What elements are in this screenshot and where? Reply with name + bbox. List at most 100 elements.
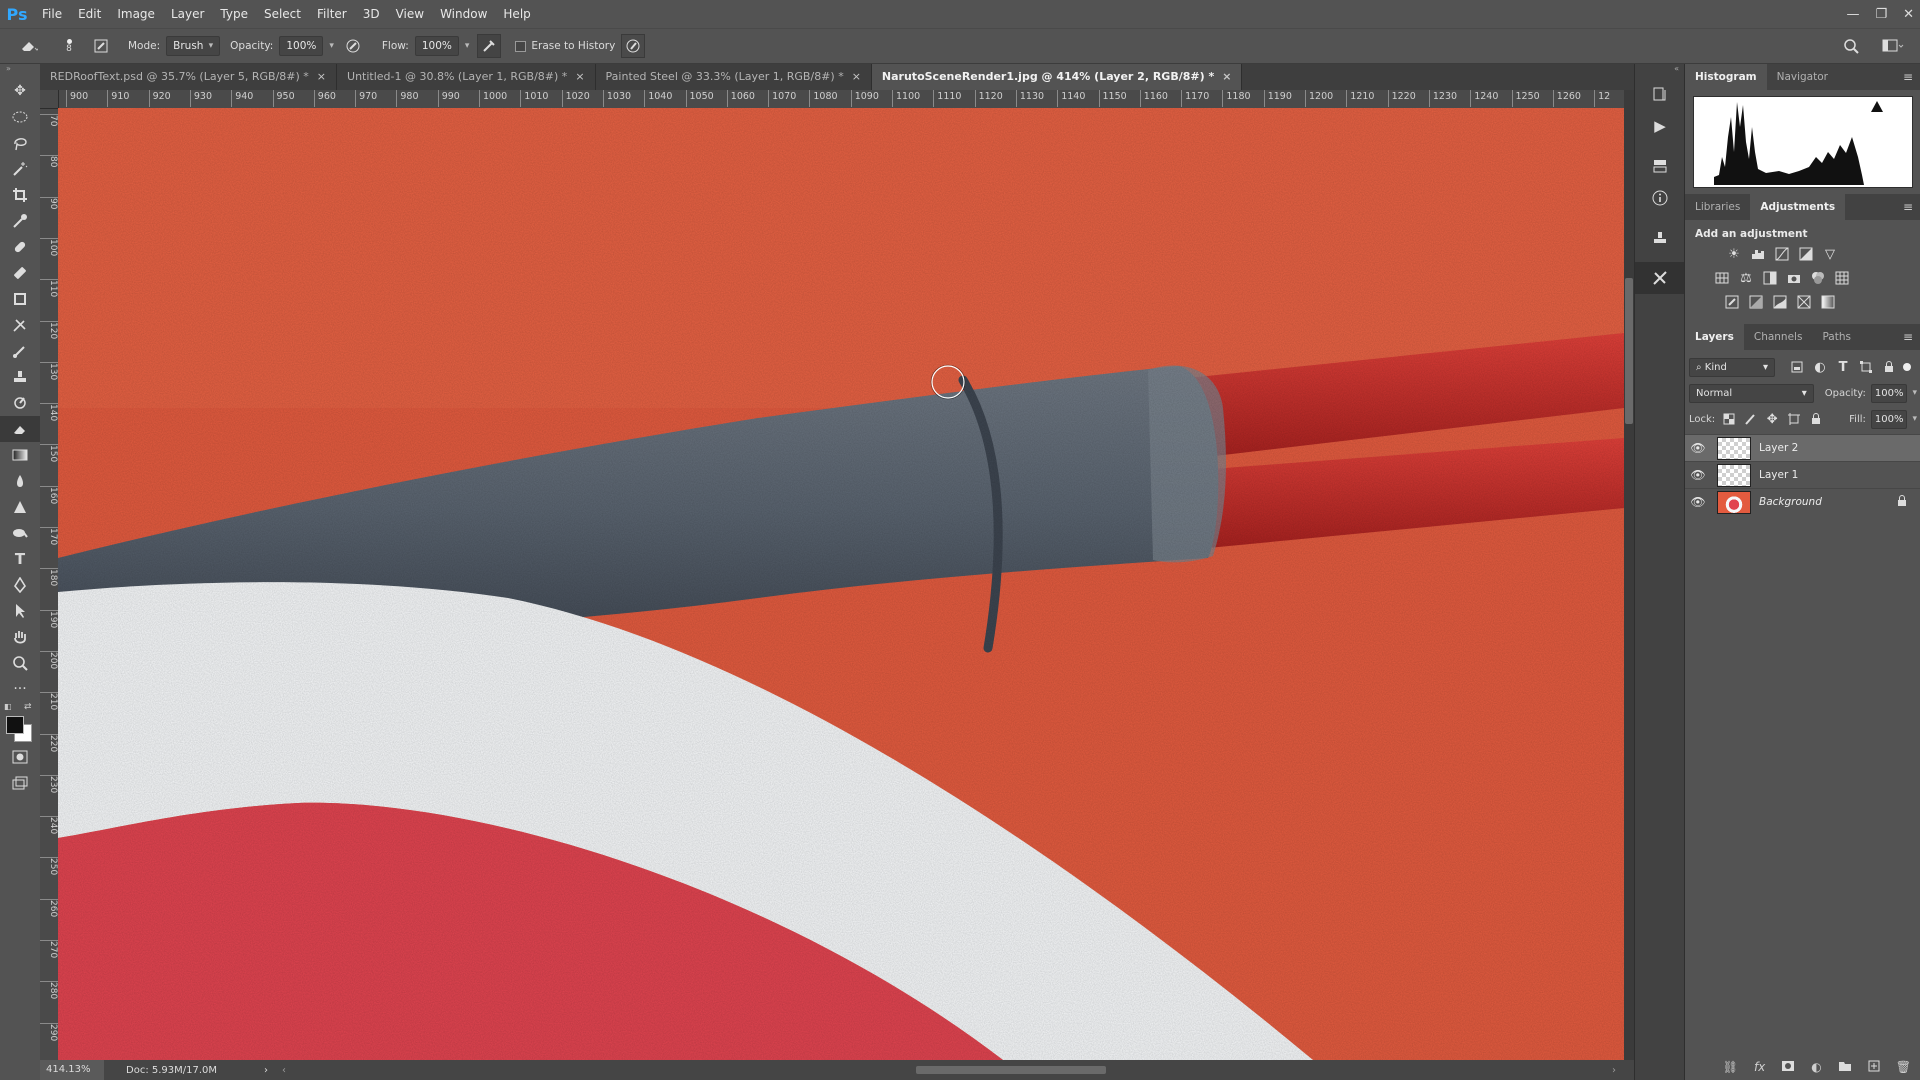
stamp-tool-icon[interactable]	[0, 364, 40, 390]
crop-tool-icon[interactable]	[0, 182, 40, 208]
menu-file[interactable]: File	[34, 0, 70, 28]
chevron-down-icon[interactable]: ▾	[1912, 388, 1917, 398]
brush-panel-toggle-icon[interactable]	[90, 35, 112, 57]
selective-color-icon[interactable]	[1795, 293, 1813, 311]
blend-mode-select[interactable]: Normal ▾	[1689, 383, 1814, 403]
tab-libraries[interactable]: Libraries	[1685, 194, 1750, 220]
lock-position-icon[interactable]: ✥	[1764, 410, 1781, 428]
close-tab-icon[interactable]: ×	[852, 70, 861, 83]
restore-button[interactable]: ❐	[1875, 7, 1887, 22]
strip-collapse-icon[interactable]: «	[1635, 64, 1685, 78]
eyedropper-tool-icon[interactable]	[0, 208, 40, 234]
photo-filter-icon[interactable]	[1785, 269, 1803, 287]
erase-to-history-checkbox[interactable]	[515, 40, 527, 52]
lasso-tool-icon[interactable]	[0, 130, 40, 156]
tab-navigator[interactable]: Navigator	[1767, 64, 1838, 90]
menu-window[interactable]: Window	[432, 0, 495, 28]
filter-adjustment-icon[interactable]: ◐	[1811, 358, 1829, 376]
status-menu-arrow[interactable]: ›	[264, 1065, 268, 1076]
document-tab[interactable]: Untitled-1 @ 30.8% (Layer 1, RGB/8#) * ×	[337, 64, 596, 90]
close-tab-icon[interactable]: ×	[317, 70, 326, 83]
clone-source-icon[interactable]	[1635, 222, 1685, 254]
eraser-tool-preset-icon[interactable]	[18, 35, 40, 57]
history-brush-tool-icon[interactable]	[0, 312, 40, 338]
layer-name[interactable]: Background	[1759, 496, 1822, 508]
warning-icon[interactable]	[1871, 101, 1883, 112]
blur-tool-icon[interactable]	[0, 468, 40, 494]
close-window-button[interactable]: ✕	[1903, 7, 1914, 22]
new-layer-icon[interactable]	[1868, 1060, 1880, 1075]
mode-select[interactable]: Brush ▾	[166, 36, 221, 56]
path-selection-tool-icon[interactable]	[0, 598, 40, 624]
tab-channels[interactable]: Channels	[1744, 324, 1813, 350]
tab-adjustments[interactable]: Adjustments	[1750, 194, 1846, 220]
eraser-tool-icon[interactable]	[0, 416, 40, 442]
layer-row-layer-2[interactable]: 👁 Layer 2	[1685, 434, 1920, 461]
properties-panel-icon[interactable]	[1635, 150, 1685, 182]
document-tab[interactable]: Painted Steel @ 33.3% (Layer 1, RGB/8#) …	[595, 64, 872, 90]
vertical-ruler[interactable]: 70 80 90 100 110 120 130 140 150 160 170 180 190 200 2…	[40, 108, 59, 1060]
lock-image-icon[interactable]	[1742, 410, 1759, 428]
flow-dropdown-icon[interactable]: ▾	[465, 41, 470, 51]
close-tab-icon[interactable]: ×	[1222, 70, 1231, 83]
menu-layer[interactable]: Layer	[163, 0, 212, 28]
paint-brush-tool-icon[interactable]	[0, 338, 40, 364]
gradient-map-icon[interactable]	[1819, 293, 1837, 311]
invert-icon[interactable]	[1723, 293, 1741, 311]
posterize-icon[interactable]	[1747, 293, 1765, 311]
layer-lock-icon[interactable]	[1897, 494, 1907, 510]
levels-icon[interactable]	[1749, 245, 1767, 263]
panel-menu-icon[interactable]: ≡	[1903, 64, 1913, 90]
workspace-switcher-icon[interactable]	[1882, 35, 1904, 57]
zoom-level-input[interactable]: 414.13%	[40, 1060, 104, 1080]
tab-histogram[interactable]: Histogram	[1685, 64, 1767, 90]
menu-image[interactable]: Image	[109, 0, 163, 28]
visibility-eye-icon[interactable]: 👁	[1685, 468, 1711, 482]
channel-mixer-icon[interactable]	[1809, 269, 1827, 287]
history-panel-icon[interactable]	[1635, 78, 1685, 110]
move-tool-icon[interactable]: ✥	[0, 78, 40, 104]
opacity-dropdown-icon[interactable]: ▾	[329, 41, 334, 51]
threshold-icon[interactable]	[1771, 293, 1789, 311]
opacity-input[interactable]: 100%	[279, 36, 324, 56]
black-white-icon[interactable]	[1761, 269, 1779, 287]
doc-size-info[interactable]: Doc: 5.93M/17.0M	[126, 1065, 246, 1076]
visibility-eye-icon[interactable]: 👁	[1685, 441, 1711, 455]
document-tab-active[interactable]: NarutoSceneRender1.jpg @ 414% (Layer 2, …	[871, 64, 1243, 90]
layer-style-icon[interactable]: fx	[1754, 1060, 1765, 1074]
new-adjustment-layer-icon[interactable]: ◐	[1811, 1060, 1821, 1074]
layer-name[interactable]: Layer 1	[1759, 469, 1798, 481]
tab-layers[interactable]: Layers	[1685, 324, 1744, 350]
dodge-tool-icon[interactable]	[0, 520, 40, 546]
layer-row-background[interactable]: 👁 Background	[1685, 488, 1920, 515]
filter-type-icon[interactable]: T	[1834, 358, 1852, 376]
healing-brush-tool-icon[interactable]	[0, 234, 40, 260]
info-icon[interactable]	[1635, 182, 1685, 214]
airbrush-icon[interactable]	[477, 34, 502, 58]
lock-all-icon[interactable]	[1807, 410, 1824, 428]
type-tool-icon[interactable]: T	[0, 546, 40, 572]
pressure-size-icon[interactable]	[621, 34, 646, 58]
document-canvas[interactable]	[58, 108, 1624, 1060]
vibrance-icon[interactable]: ▽	[1821, 245, 1839, 263]
brush-tool-icon[interactable]	[0, 260, 40, 286]
sharpen-tool-icon[interactable]	[0, 494, 40, 520]
menu-filter[interactable]: Filter	[309, 0, 355, 28]
layer-kind-filter[interactable]: ⌕ Kind ▾	[1689, 357, 1775, 377]
pressure-opacity-icon[interactable]	[342, 35, 364, 57]
new-group-icon[interactable]	[1838, 1060, 1852, 1075]
default-colors-icon[interactable]: ◧	[4, 702, 12, 711]
zoom-tool-icon[interactable]	[0, 650, 40, 676]
art-history-brush-tool-icon[interactable]	[0, 390, 40, 416]
gradient-tool-icon[interactable]	[0, 442, 40, 468]
tool-presets-icon[interactable]	[1635, 262, 1685, 294]
brightness-contrast-icon[interactable]: ☀	[1725, 245, 1743, 263]
foreground-color-swatch[interactable]	[6, 716, 24, 734]
screen-mode-icon[interactable]	[0, 770, 40, 796]
scroll-right-icon[interactable]: ›	[1612, 1065, 1616, 1076]
menu-select[interactable]: Select	[256, 0, 309, 28]
lock-artboard-icon[interactable]	[1786, 410, 1803, 428]
filter-shape-icon[interactable]	[1857, 358, 1875, 376]
clone-stamp-tool-icon[interactable]	[0, 286, 40, 312]
more-tools-icon[interactable]: ···	[0, 676, 40, 702]
